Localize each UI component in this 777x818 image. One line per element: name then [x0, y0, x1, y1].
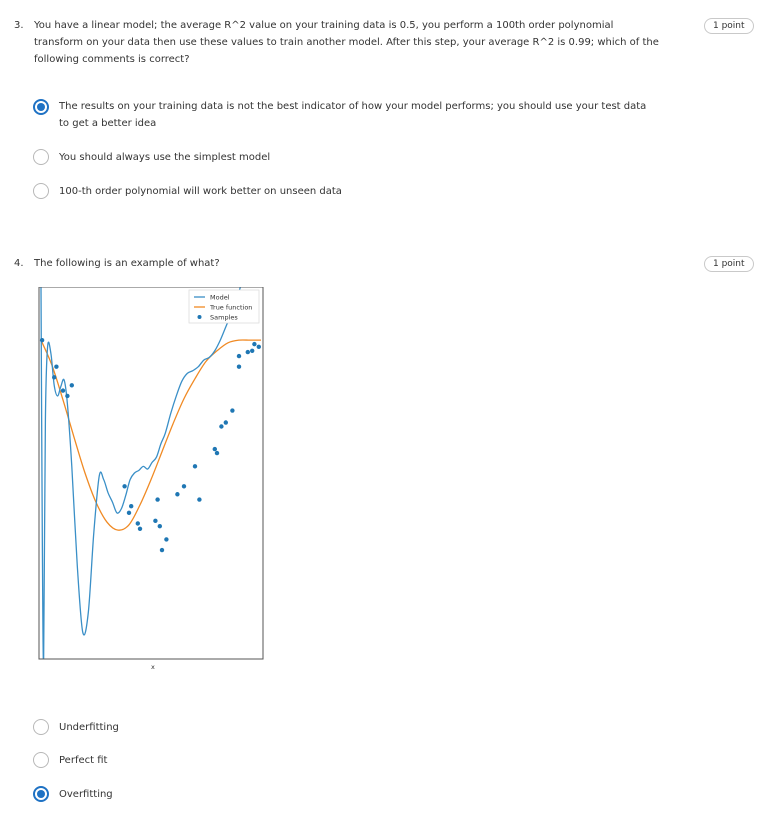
sample-point — [175, 492, 180, 497]
radio-button[interactable] — [33, 149, 49, 165]
sample-point — [54, 364, 59, 369]
question-text: The following is an example of what? — [34, 258, 220, 269]
question-number: 3. — [14, 20, 24, 31]
sample-point — [52, 375, 57, 380]
radio-button-selected[interactable] — [33, 786, 49, 802]
sample-point — [39, 337, 45, 343]
sample-point — [197, 497, 202, 502]
option-label: Underfitting — [59, 722, 119, 733]
legend-model-label: Model — [210, 294, 230, 302]
samples-group — [39, 337, 261, 553]
points-badge: 1 point — [704, 256, 754, 272]
sample-point — [60, 388, 66, 393]
option-label: You should always use the simplest model — [59, 152, 271, 163]
sample-point — [155, 497, 160, 502]
legend-true-label: True function — [209, 304, 252, 312]
sample-point — [256, 344, 261, 349]
sample-point — [212, 446, 217, 452]
sample-point — [250, 348, 255, 353]
legend-samples-swatch — [197, 315, 202, 319]
radio-button[interactable] — [33, 719, 49, 735]
sample-point — [214, 450, 220, 456]
sample-point — [65, 393, 70, 399]
sample-point — [135, 521, 140, 526]
points-badge: 1 point — [704, 18, 754, 34]
option-label: The results on your training data is not… — [59, 101, 647, 129]
sample-point — [236, 353, 242, 359]
overfitting-plot: Model True function Samples x — [38, 287, 264, 671]
radio-button[interactable] — [33, 183, 49, 199]
sample-point — [223, 420, 228, 425]
option-label: Overfitting — [59, 789, 113, 800]
question-text: You have a linear model; the average R^2… — [34, 20, 659, 65]
sample-point — [157, 523, 162, 529]
sample-point — [153, 518, 158, 524]
sample-point — [122, 484, 127, 489]
sample-point — [252, 341, 257, 347]
x-axis-label: x — [151, 663, 155, 671]
option-label: Perfect fit — [59, 755, 108, 766]
sample-point — [236, 364, 242, 369]
sample-point — [181, 484, 187, 489]
sample-point — [245, 349, 250, 355]
sample-point — [219, 424, 224, 429]
radio-button-selected[interactable] — [33, 99, 49, 115]
sample-point — [159, 547, 165, 553]
question-number: 4. — [14, 258, 24, 269]
sample-point — [126, 510, 132, 516]
radio-button[interactable] — [33, 752, 49, 768]
legend-samples-label: Samples — [210, 314, 238, 322]
option-label: 100-th order polynomial will work better… — [59, 186, 342, 197]
sample-point — [137, 526, 143, 531]
legend: Model True function Samples — [188, 289, 260, 324]
sample-point — [164, 537, 169, 542]
sample-point — [129, 504, 134, 509]
sample-point — [69, 383, 74, 388]
sample-point — [230, 408, 235, 413]
sample-point — [192, 464, 198, 469]
